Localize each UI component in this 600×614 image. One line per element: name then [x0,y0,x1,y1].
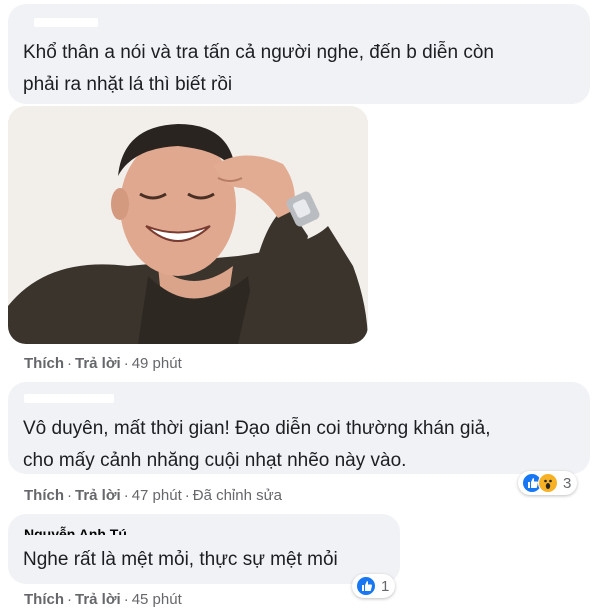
reply-link[interactable]: Trả lời [75,487,121,504]
reaction-count: 1 [381,577,390,595]
like-link[interactable]: Thích [24,355,64,372]
author-name-redacted [34,18,98,27]
timestamp[interactable]: 47 phút [132,487,182,504]
timestamp[interactable]: 45 phút [132,591,182,608]
comment-text: Khổ thân a nói và tra tấn cả người nghe,… [23,42,494,63]
comment-text: cho mấy cảnh nhăng cuội nhạt nhẽo này và… [23,450,407,471]
wow-icon [538,473,558,493]
laughing-man-gif[interactable] [8,106,368,344]
reaction-count: 3 [563,474,572,492]
reply-link[interactable]: Trả lời [75,591,121,608]
reply-link[interactable]: Trả lời [75,355,121,372]
comment-actions: Thích · Trả lời · 49 phút [24,355,182,372]
like-link[interactable]: Thích [24,487,64,504]
comment-text: Nghe rất là mệt mỏi, thực sự mệt mỏi [23,549,338,570]
comment-actions: Thích · Trả lời · 47 phút · Đã chỉnh sửa [24,487,282,504]
author-name[interactable]: Nguyễn Anh Tú [24,526,127,535]
reactions-summary[interactable]: 1 [352,574,396,598]
like-icon [356,576,376,596]
timestamp[interactable]: 49 phút [132,355,182,372]
like-link[interactable]: Thích [24,591,64,608]
edited-label: Đã chỉnh sửa [192,487,282,504]
comment-actions: Thích · Trả lời · 45 phút [24,591,182,608]
reactions-summary[interactable]: 3 [518,471,578,495]
author-name-redacted [24,394,114,403]
comment-text: Vô duyên, mất thời gian! Đạo diễn coi th… [23,418,491,439]
comment-text: phải ra nhặt lá thì biết rồi [23,74,233,95]
